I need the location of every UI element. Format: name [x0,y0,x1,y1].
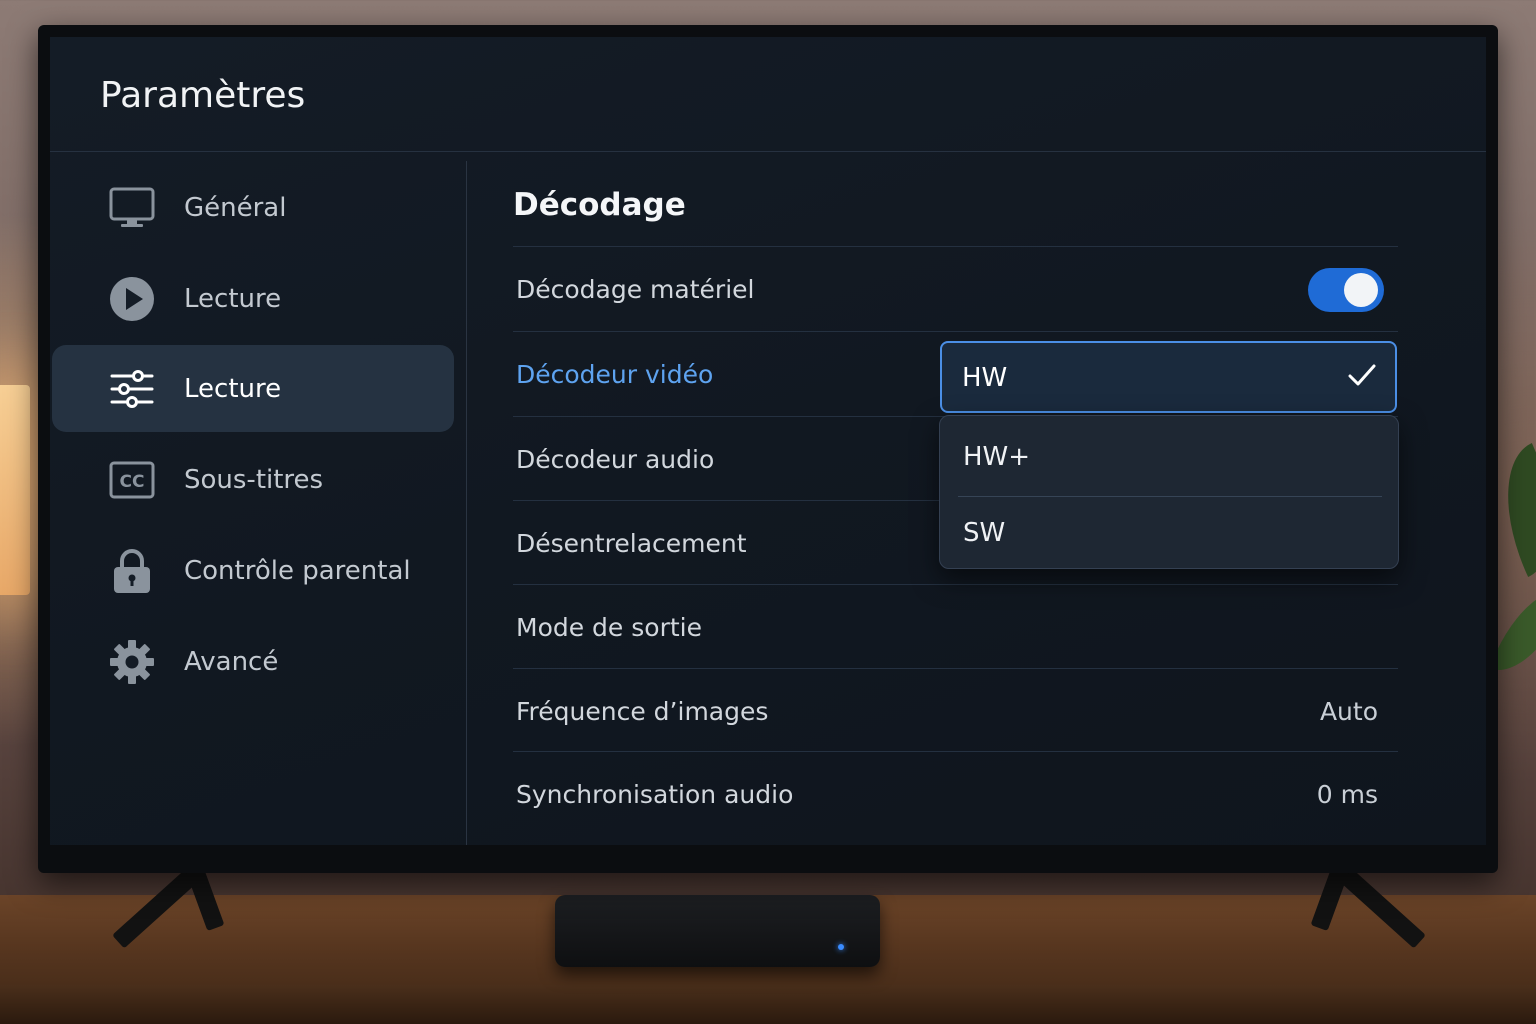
sliders-icon [108,365,156,413]
setting-row-hardware-decoding[interactable]: Décodage matériel [513,246,1398,330]
setting-row-audio-sync[interactable]: Synchronisation audio 0 ms [513,751,1398,835]
header-divider [50,151,1486,152]
setting-value: Auto [1319,697,1378,726]
check-icon [1347,361,1377,391]
setting-value: 0 ms [1316,780,1378,809]
sidebar-item-lecture-active[interactable]: Lecture [52,345,454,432]
lock-icon [108,547,156,595]
sidebar-item-label: Général [184,192,287,223]
lamp-light [0,385,30,595]
dropdown-option-sw[interactable]: SW [940,494,1400,570]
setting-label: Décodage matériel [516,275,755,304]
monitor-icon [108,184,156,232]
dropdown-option-hw-plus[interactable]: HW+ [940,418,1400,494]
sidebar-divider [466,161,467,845]
section-title: Décodage [513,187,686,223]
sidebar-item-advanced[interactable]: Avancé [52,618,454,705]
option-label: SW [963,518,1006,548]
setting-label: Désentrelacement [516,529,747,558]
play-icon [108,275,156,323]
video-decoder-select[interactable]: HW [940,341,1397,413]
shelf-edge [0,985,1536,1024]
sidebar-item-label: Lecture [184,373,282,404]
page-title: Paramètres [100,75,306,116]
streaming-box [555,895,880,967]
cc-icon: CC [108,456,156,504]
sidebar-item-lecture-play[interactable]: Lecture [52,255,454,342]
setting-label: Décodeur audio [516,445,715,474]
sidebar-item-label: Lecture [184,283,282,314]
tv-screen: Paramètres Général Lecture Lecture CC So… [50,37,1486,845]
select-value: HW [962,363,1008,393]
option-label: HW+ [963,442,1031,472]
toggle-knob [1344,273,1378,307]
gear-icon [108,638,156,686]
sidebar-item-parental[interactable]: Contrôle parental [52,527,454,614]
svg-text:CC: CC [120,472,145,492]
setting-row-output-mode[interactable]: Mode de sortie [513,584,1398,668]
setting-label: Fréquence d’images [516,697,769,726]
sidebar-item-subtitles[interactable]: CC Sous-titres [52,436,454,523]
status-led [838,944,844,950]
setting-label: Décodeur vidéo [516,360,714,389]
sidebar-item-label: Avancé [184,646,279,677]
video-decoder-dropdown: HW+ SW [939,415,1399,569]
setting-label: Mode de sortie [516,613,702,642]
sidebar-item-label: Contrôle parental [184,555,411,586]
sidebar-item-label: Sous-titres [184,464,324,495]
sidebar-item-general[interactable]: Général [52,164,454,251]
hardware-decoding-toggle[interactable] [1308,268,1384,312]
setting-row-frame-rate[interactable]: Fréquence d’images Auto [513,668,1398,752]
setting-label: Synchronisation audio [516,780,794,809]
